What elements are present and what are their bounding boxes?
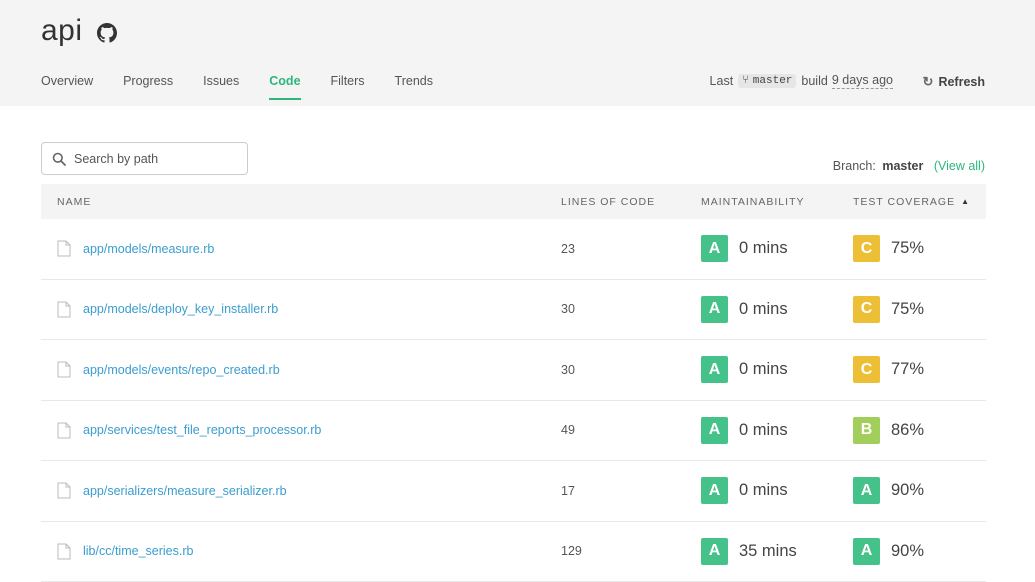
file-icon <box>57 543 71 560</box>
search-input[interactable] <box>74 152 234 166</box>
last-label: Last <box>710 74 734 88</box>
lines-of-code: 23 <box>561 242 701 256</box>
maintainability-value: 0 mins <box>739 360 788 379</box>
table-row: app/models/events/repo_created.rb 30 A 0… <box>41 340 986 401</box>
branch-label: Branch: <box>833 159 876 173</box>
build-time-link[interactable]: 9 days ago <box>832 73 893 89</box>
tab-trends[interactable]: Trends <box>395 74 433 100</box>
view-all-branches-link[interactable]: (View all) <box>934 159 985 173</box>
maintainability-value: 0 mins <box>739 481 788 500</box>
file-path-link[interactable]: app/models/events/repo_created.rb <box>83 363 280 377</box>
branch-chip-label: master <box>753 75 793 87</box>
title-row: api <box>41 14 117 48</box>
lines-of-code: 129 <box>561 544 701 558</box>
maintainability-grade-badge: A <box>701 477 728 504</box>
maintainability-grade-badge: A <box>701 235 728 262</box>
search-icon <box>52 152 66 166</box>
maintainability-grade-badge: A <box>701 296 728 323</box>
file-icon <box>57 482 71 499</box>
file-icon <box>57 422 71 439</box>
file-path-link[interactable]: app/models/deploy_key_installer.rb <box>83 302 278 316</box>
github-icon[interactable] <box>97 23 117 43</box>
table-row: app/models/measure.rb 23 A 0 mins C 75% <box>41 219 986 280</box>
repo-title: api <box>41 14 83 48</box>
sort-ascending-icon: ▲ <box>961 197 970 206</box>
files-table: NAME LINES OF CODE MAINTAINABILITY TEST … <box>41 184 986 582</box>
lines-of-code: 30 <box>561 363 701 377</box>
coverage-grade-badge: A <box>853 477 880 504</box>
column-header-maintainability[interactable]: MAINTAINABILITY <box>701 196 853 208</box>
maintainability-value: 0 mins <box>739 239 788 258</box>
lines-of-code: 49 <box>561 423 701 437</box>
build-label: build <box>801 74 827 88</box>
coverage-grade-badge: A <box>853 538 880 565</box>
refresh-icon: ↻ <box>923 74 934 90</box>
maintainability-value: 35 mins <box>739 542 797 561</box>
tab-filters[interactable]: Filters <box>331 74 365 100</box>
column-header-coverage[interactable]: TEST COVERAGE ▲ <box>853 196 986 208</box>
coverage-value: 77% <box>891 360 924 379</box>
branch-chip: ⑂ master <box>738 74 796 88</box>
maintainability-grade-badge: A <box>701 538 728 565</box>
tab-overview[interactable]: Overview <box>41 74 93 100</box>
file-path-link[interactable]: app/serializers/measure_serializer.rb <box>83 484 287 498</box>
column-header-coverage-label: TEST COVERAGE <box>853 196 955 208</box>
coverage-value: 75% <box>891 239 924 258</box>
refresh-label: Refresh <box>938 75 985 89</box>
table-row: app/models/deploy_key_installer.rb 30 A … <box>41 280 986 341</box>
coverage-value: 86% <box>891 421 924 440</box>
column-header-name[interactable]: NAME <box>41 196 561 208</box>
lines-of-code: 30 <box>561 302 701 316</box>
coverage-grade-badge: B <box>853 417 880 444</box>
coverage-value: 75% <box>891 300 924 319</box>
coverage-grade-badge: C <box>853 356 880 383</box>
file-icon <box>57 361 71 378</box>
coverage-grade-badge: C <box>853 296 880 323</box>
branch-info: Branch: master (View all) <box>833 159 985 173</box>
coverage-value: 90% <box>891 481 924 500</box>
tab-progress[interactable]: Progress <box>123 74 173 100</box>
page-header: api Overview Progress Issues Code Filter… <box>0 0 1035 106</box>
table-row: lib/cc/time_series.rb 129 A 35 mins A 90… <box>41 522 986 582</box>
tab-bar: Overview Progress Issues Code Filters Tr… <box>41 74 463 100</box>
maintainability-value: 0 mins <box>739 421 788 440</box>
search-box[interactable] <box>41 142 248 175</box>
refresh-button[interactable]: ↻ Refresh <box>923 74 985 90</box>
lines-of-code: 17 <box>561 484 701 498</box>
file-icon <box>57 240 71 257</box>
coverage-value: 90% <box>891 542 924 561</box>
tab-code[interactable]: Code <box>269 74 300 100</box>
table-row: app/services/test_file_reports_processor… <box>41 401 986 462</box>
coverage-grade-badge: C <box>853 235 880 262</box>
table-body: app/models/measure.rb 23 A 0 mins C 75% … <box>41 219 986 582</box>
file-path-link[interactable]: app/services/test_file_reports_processor… <box>83 423 321 437</box>
last-build-info: Last ⑂ master build 9 days ago <box>710 73 893 89</box>
branch-name: master <box>882 159 923 173</box>
tab-issues[interactable]: Issues <box>203 74 239 100</box>
maintainability-grade-badge: A <box>701 356 728 383</box>
column-header-loc[interactable]: LINES OF CODE <box>561 196 701 208</box>
git-branch-icon: ⑂ <box>742 75 749 87</box>
file-path-link[interactable]: lib/cc/time_series.rb <box>83 544 193 558</box>
table-row: app/serializers/measure_serializer.rb 17… <box>41 461 986 522</box>
table-header: NAME LINES OF CODE MAINTAINABILITY TEST … <box>41 184 986 219</box>
maintainability-value: 0 mins <box>739 300 788 319</box>
file-path-link[interactable]: app/models/measure.rb <box>83 242 214 256</box>
maintainability-grade-badge: A <box>701 417 728 444</box>
file-icon <box>57 301 71 318</box>
